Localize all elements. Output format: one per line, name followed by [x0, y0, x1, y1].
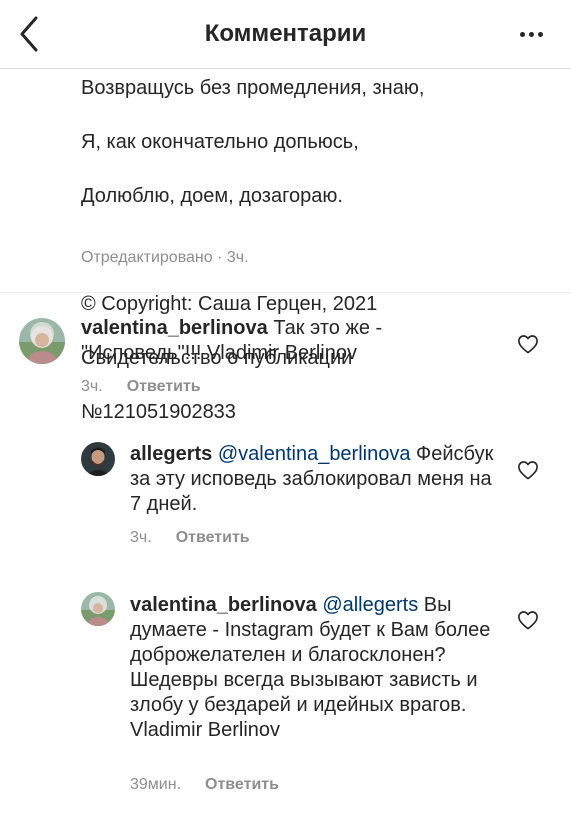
- comment-meta: 39мин. Ответить: [130, 776, 279, 794]
- avatar[interactable]: [81, 442, 115, 476]
- comment-meta: 3ч. Ответить: [81, 378, 201, 396]
- edited-label: Отредактировано: [81, 249, 213, 266]
- avatar-image: [81, 592, 115, 626]
- heart-icon[interactable]: [517, 610, 539, 630]
- avatar-image: [19, 318, 65, 364]
- comment-text: Вы думаете - Instagram будет к Вам более…: [130, 594, 491, 741]
- comment-mention[interactable]: @allegerts: [322, 594, 418, 616]
- comment-username[interactable]: allegerts: [130, 443, 212, 465]
- reply-button[interactable]: Ответить: [205, 776, 279, 793]
- caption-line: №121051902833: [81, 401, 236, 423]
- caption-line: Возвращусь без промедления, знаю,: [81, 77, 425, 99]
- comment-username[interactable]: valentina_berlinova: [81, 317, 268, 339]
- caption-meta: Отредактировано · 3ч.: [81, 249, 249, 266]
- caption-time: 3ч.: [226, 249, 249, 266]
- avatar[interactable]: [19, 318, 65, 364]
- dot-icon: [538, 32, 543, 37]
- comment-time: 3ч.: [81, 378, 103, 395]
- comment-time: 39мин.: [130, 776, 182, 793]
- reply-button[interactable]: Ответить: [127, 378, 201, 395]
- top-bar: Комментарии: [0, 0, 571, 69]
- caption-line: © Copyright: Саша Герцен, 2021: [81, 293, 378, 315]
- comment-username[interactable]: valentina_berlinova: [130, 594, 317, 616]
- dot-icon: [529, 32, 534, 37]
- comment-body: allegerts @valentina_berlinova Фейсбук з…: [130, 442, 500, 517]
- comment-body: valentina_berlinova @allegerts Вы думает…: [130, 593, 500, 743]
- caption-line: Я, как окончательно допьюсь,: [81, 131, 359, 153]
- page-title: Комментарии: [204, 20, 367, 47]
- divider: [0, 292, 571, 293]
- reply-button[interactable]: Ответить: [176, 529, 250, 546]
- heart-icon[interactable]: [517, 334, 539, 354]
- avatar-image: [81, 442, 115, 476]
- comment-meta: 3ч. Ответить: [130, 529, 250, 547]
- more-options-button[interactable]: [520, 32, 543, 37]
- avatar[interactable]: [81, 592, 115, 626]
- heart-icon[interactable]: [517, 460, 539, 480]
- dot-icon: [520, 32, 525, 37]
- caption-line: Долюблю, доем, дозагораю.: [81, 185, 343, 207]
- comment-body: valentina_berlinova Так это же - "Испове…: [81, 316, 491, 366]
- comment-mention[interactable]: @valentina_berlinova: [218, 443, 411, 465]
- comment-time: 3ч.: [130, 529, 152, 546]
